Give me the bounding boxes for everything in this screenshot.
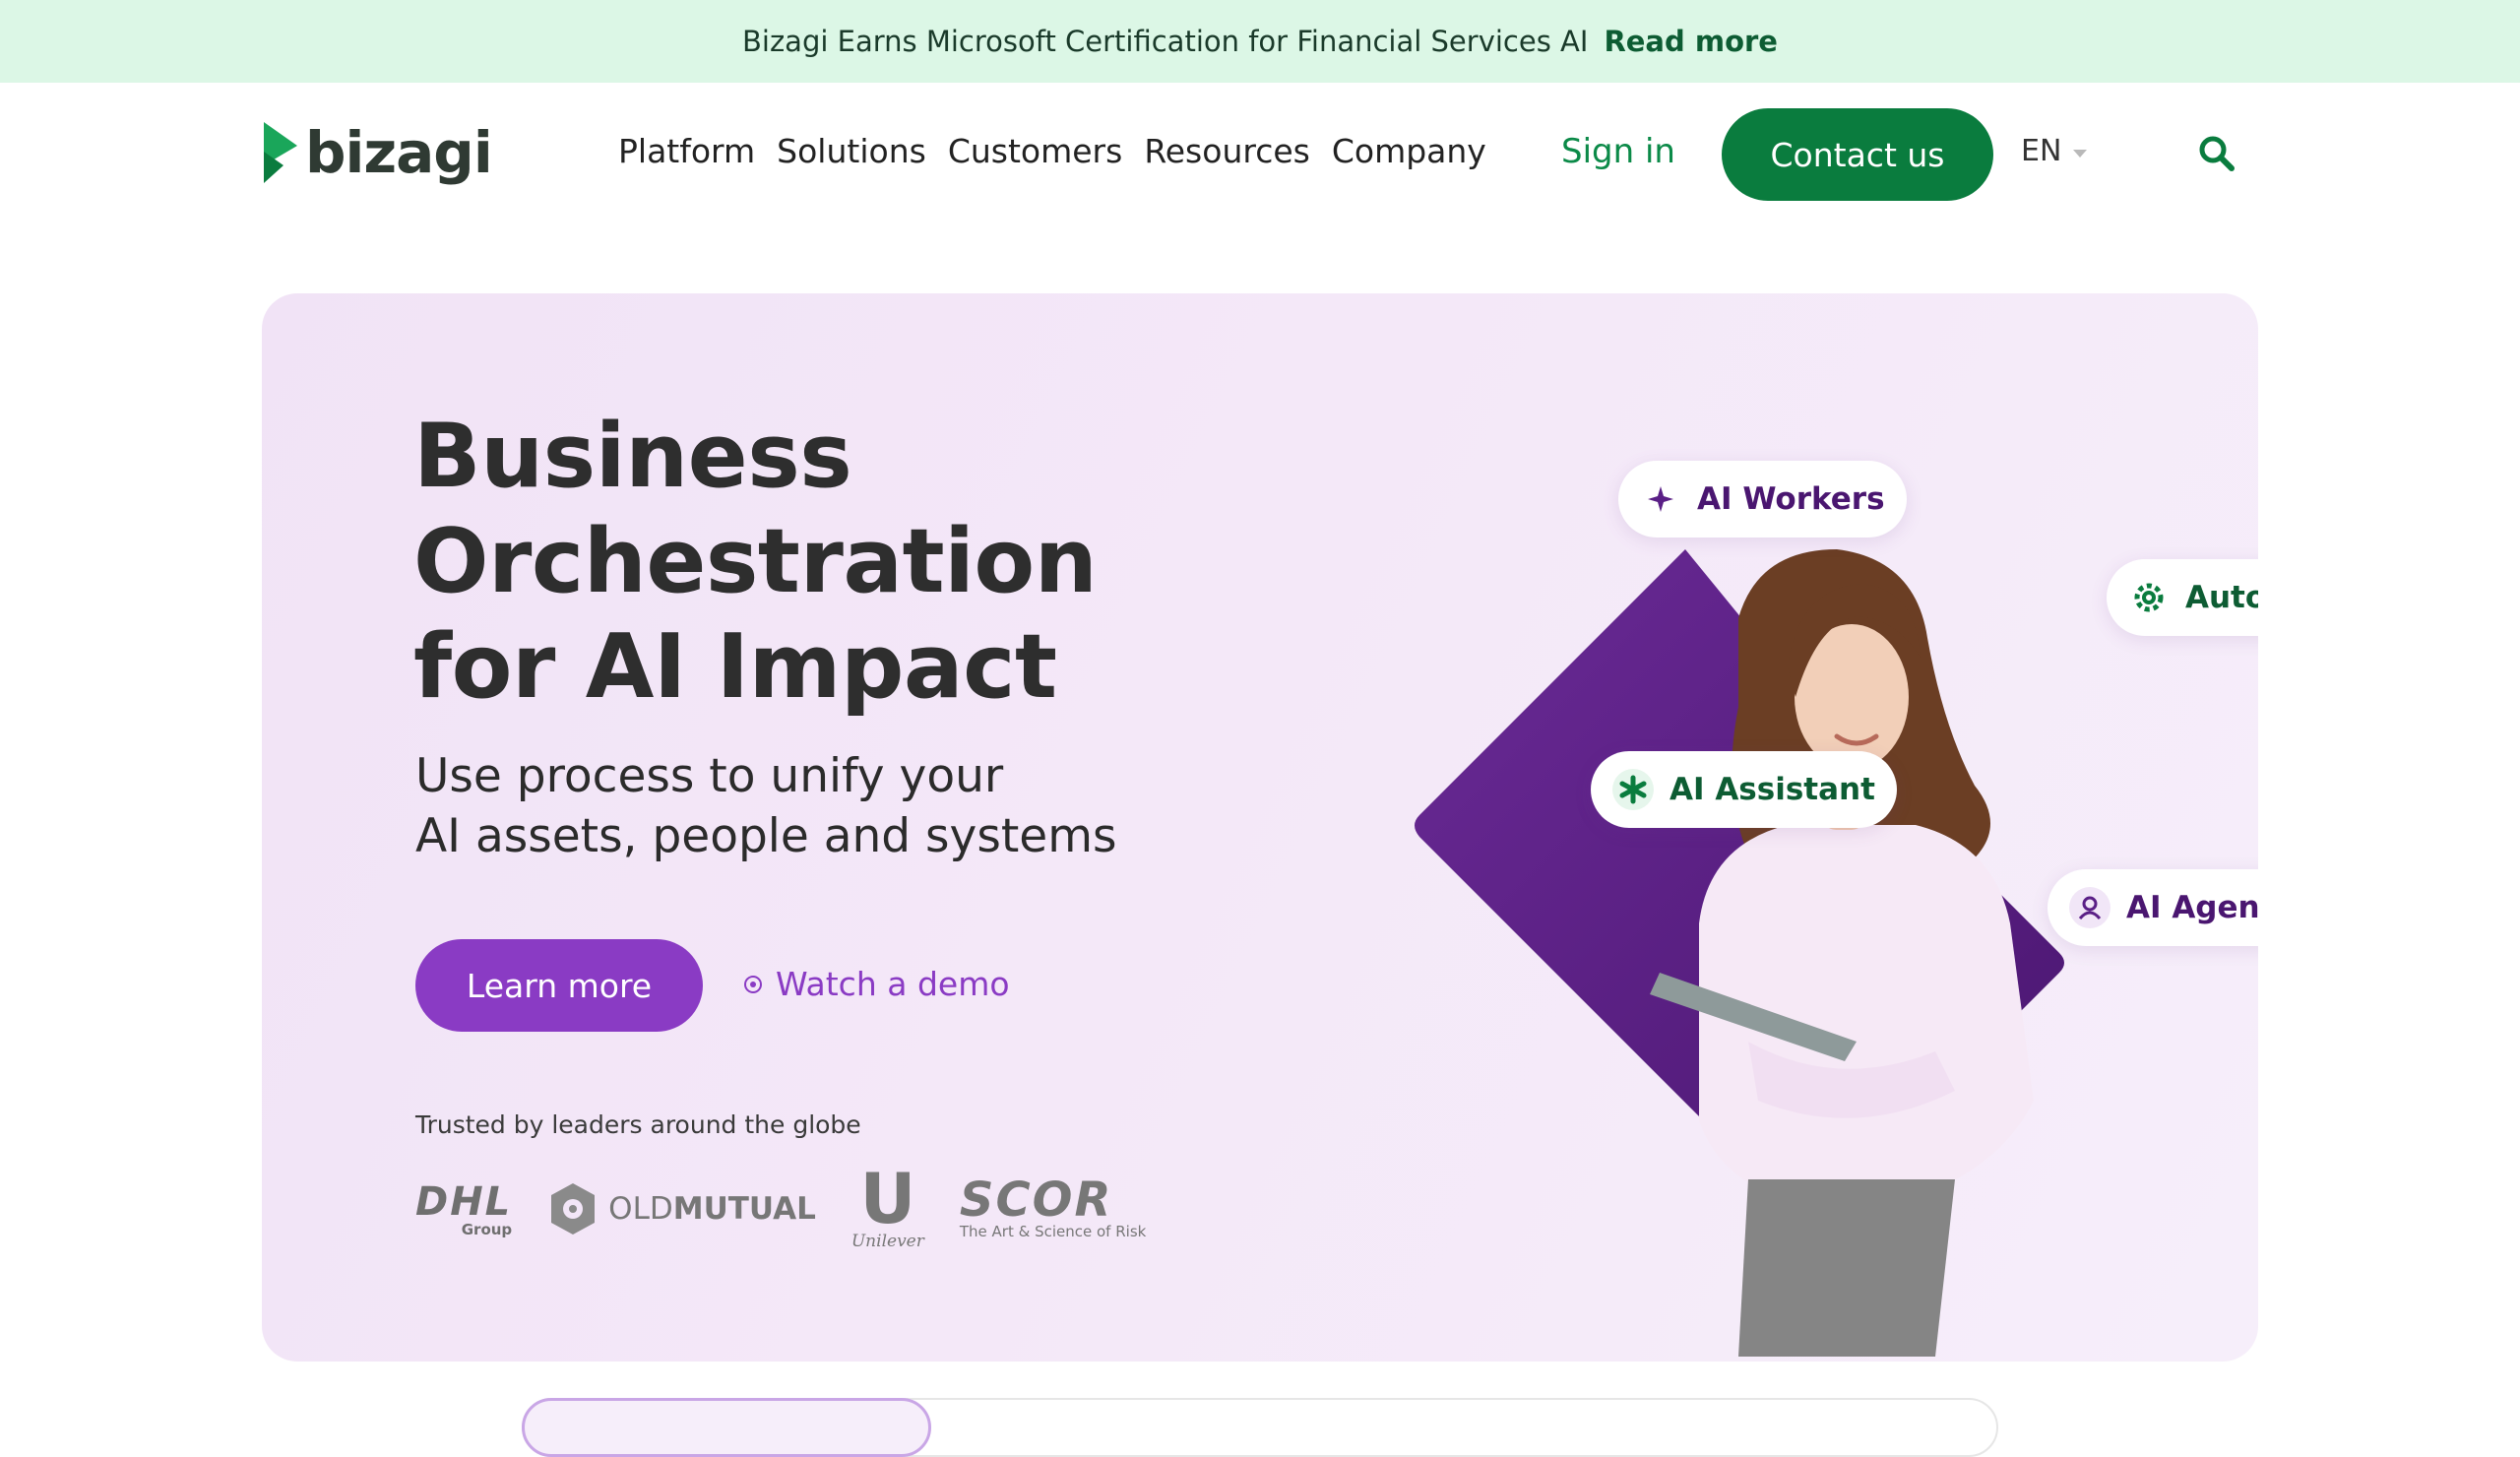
main-nav: Platform Solutions Customers Resources C… xyxy=(618,132,1486,170)
badge-automation: Automation xyxy=(2107,559,2258,636)
hero-title-line: for AI Impact xyxy=(413,615,1057,719)
sparkle-icon xyxy=(1640,478,1681,520)
announcement-bar: Bizagi Earns Microsoft Certification for… xyxy=(0,0,2520,83)
trusted-by-text: Trusted by leaders around the globe xyxy=(415,1110,861,1139)
site-header: bizagi Platform Solutions Customers Reso… xyxy=(0,83,2520,224)
oldmutual-logo: OLDMUTUAL xyxy=(547,1181,816,1236)
watch-demo-label: Watch a demo xyxy=(776,965,1010,1003)
contact-us-button[interactable]: Contact us xyxy=(1722,108,1993,201)
bizagi-logo-icon xyxy=(264,122,297,183)
watch-demo-link[interactable]: Watch a demo xyxy=(744,965,1010,1003)
oldmutual-old: OLD xyxy=(608,1191,673,1227)
hero-subtitle: Use process to unify your AI assets, peo… xyxy=(415,746,1116,866)
nav-resources[interactable]: Resources xyxy=(1144,132,1310,170)
badge-label: AI Workers xyxy=(1697,481,1885,517)
badge-ai-workers: AI Workers xyxy=(1618,461,1907,538)
nav-customers[interactable]: Customers xyxy=(948,132,1123,170)
search-icon[interactable] xyxy=(2197,134,2236,173)
badge-ai-assistant: AI Assistant xyxy=(1591,751,1897,828)
badge-label: AI Agents xyxy=(2126,890,2258,925)
asterisk-icon xyxy=(1612,769,1654,810)
dhl-group-text: Group xyxy=(461,1221,513,1238)
learn-more-button[interactable]: Learn more xyxy=(415,939,703,1032)
agent-icon xyxy=(2069,887,2110,928)
dhl-logo: DHL Group xyxy=(415,1179,512,1238)
chevron-down-icon xyxy=(2073,149,2088,158)
hero-title-line: Orchestration xyxy=(413,510,1098,613)
hero-title-line: Business xyxy=(413,405,852,508)
sign-in-link[interactable]: Sign in xyxy=(1561,132,1675,171)
scor-logo: SCOR The Art & Science of Risk xyxy=(959,1172,1147,1240)
nav-solutions[interactable]: Solutions xyxy=(777,132,926,170)
language-selector[interactable]: EN xyxy=(2021,134,2088,168)
oldmutual-mutual: MUTUAL xyxy=(672,1191,816,1227)
oldmutual-emblem-icon xyxy=(551,1183,596,1235)
scor-tagline: The Art & Science of Risk xyxy=(959,1223,1147,1240)
hero-visual: AI Workers Automation AI Assistant xyxy=(1325,412,2258,1357)
bizagi-logo[interactable]: bizagi xyxy=(260,119,493,186)
hero-subtitle-line: AI assets, people and systems xyxy=(415,809,1117,863)
language-label: EN xyxy=(2021,134,2062,168)
unilever-wordmark: Unilever xyxy=(850,1232,924,1251)
section-tab-active[interactable] xyxy=(522,1398,931,1457)
badge-label: AI Assistant xyxy=(1670,772,1875,807)
play-circle-icon xyxy=(744,975,762,993)
nav-platform[interactable]: Platform xyxy=(618,132,755,170)
dhl-wordmark: DHL xyxy=(415,1179,513,1225)
nav-company[interactable]: Company xyxy=(1332,132,1486,170)
hero-section: Business Orchestration for AI Impact Use… xyxy=(262,293,2258,1362)
logo-wordmark: bizagi xyxy=(305,119,493,186)
hero-title: Business Orchestration for AI Impact xyxy=(413,404,1098,720)
unilever-logo: U Unilever xyxy=(850,1159,924,1251)
badge-label: Automation xyxy=(2185,580,2258,615)
scor-wordmark: SCOR xyxy=(959,1172,1113,1228)
badge-ai-agents: AI Agents xyxy=(2048,869,2258,946)
customer-logos: DHL Group OLDMUTUAL U Unilever SCOR The … xyxy=(415,1160,1146,1258)
unilever-mark: U xyxy=(859,1159,916,1239)
announcement-text: Bizagi Earns Microsoft Certification for… xyxy=(742,25,1589,58)
read-more-link[interactable]: Read more xyxy=(1604,25,1778,58)
gear-icon xyxy=(2128,577,2170,618)
hero-subtitle-line: Use process to unify your xyxy=(415,749,1004,803)
